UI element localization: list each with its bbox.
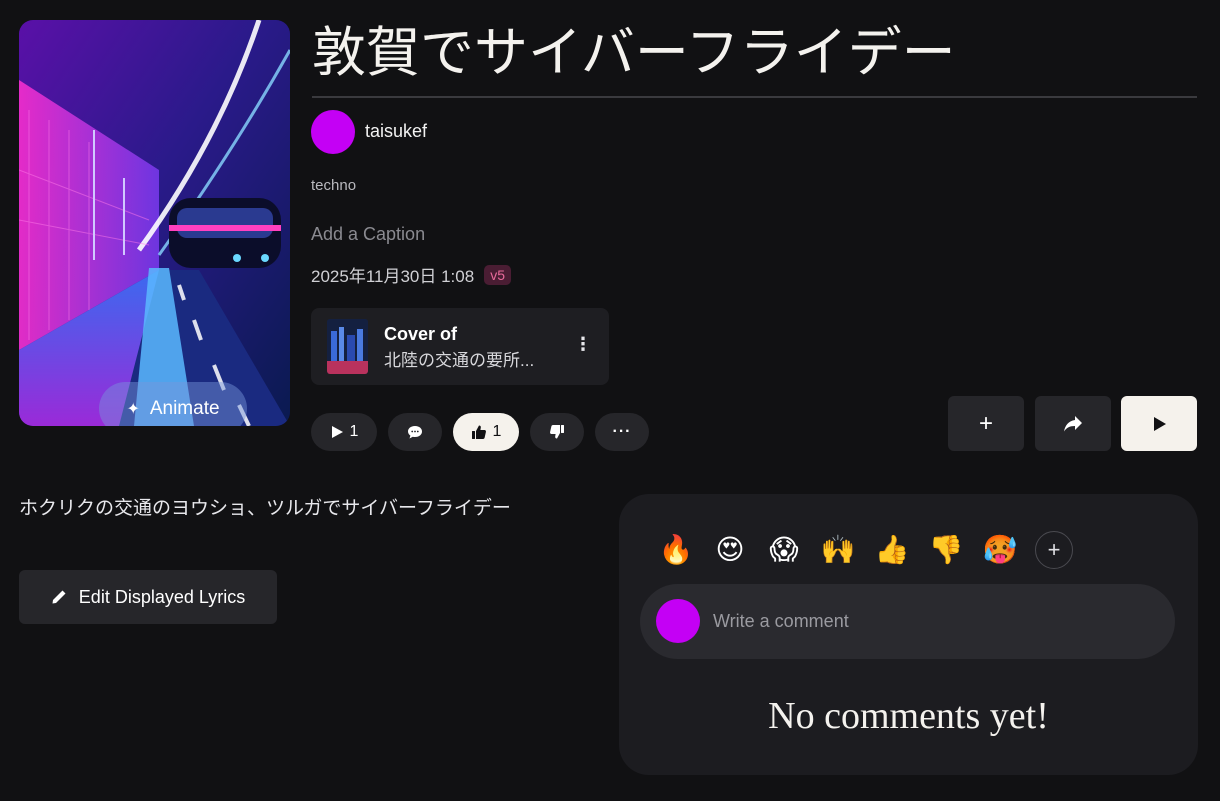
play-button[interactable] [1121, 396, 1197, 451]
artist-row[interactable]: taisukef [311, 109, 427, 154]
version-badge: v5 [484, 264, 511, 285]
cover-of-card[interactable]: Cover of 北陸の交通の要所... ⋮ [311, 308, 609, 385]
fire-reaction[interactable]: 🔥 [657, 531, 695, 569]
animate-button[interactable]: ✦ Animate [99, 382, 247, 426]
sparkles-icon: ✦ [126, 400, 140, 418]
source-thumbnail [327, 319, 368, 374]
scream-reaction[interactable]: 😱 [765, 531, 803, 569]
thumbs-up-reaction[interactable]: 👍 [873, 531, 911, 569]
pencil-icon [52, 590, 66, 604]
share-button[interactable] [1035, 396, 1111, 451]
thumbs-up-icon [471, 425, 486, 439]
cover-of-label: Cover of [384, 324, 458, 344]
cover-art[interactable]: ✦ Animate [19, 20, 290, 426]
user-avatar [656, 599, 700, 643]
comment-icon [408, 425, 422, 438]
like-count: 1 [492, 423, 502, 440]
cover-image [19, 20, 290, 426]
artist-name[interactable]: taisukef [365, 121, 427, 142]
lyrics-text: ホクリクの交通のヨウショ、ツルガでサイバーフライデー [19, 498, 511, 519]
comments-panel: 🔥 😍 😱 🙌 👍 👎 🥵 + No comments yet! [619, 494, 1198, 775]
plus-icon: + [978, 409, 993, 437]
date-row: 2025年11月30日 1:08 v5 [311, 262, 511, 287]
thumbs-down-icon [550, 425, 564, 439]
artist-avatar[interactable] [311, 109, 355, 154]
plus-icon: + [1047, 537, 1061, 562]
play-icon [1154, 416, 1166, 431]
comments-button[interactable] [388, 413, 442, 451]
reaction-row: 🔥 😍 😱 🙌 👍 👎 🥵 + [657, 531, 1073, 569]
play-icon [331, 426, 343, 438]
song-page: ✦ Animate 敦賀でサイバーフライデー taisukef techno A… [0, 0, 1220, 801]
add-to-playlist-button[interactable]: + [948, 396, 1024, 451]
animate-label: Animate [149, 397, 220, 419]
genre-tag[interactable]: techno [311, 177, 356, 194]
song-title: 敦賀でサイバーフライデー [312, 21, 956, 84]
source-song-title[interactable]: 北陸の交通の要所... [384, 346, 534, 371]
more-horizontal-icon: ··· [612, 423, 632, 440]
thumbs-down-reaction[interactable]: 👎 [927, 531, 965, 569]
add-reaction-button[interactable]: + [1035, 531, 1073, 569]
play-count: 1 [349, 423, 359, 440]
comment-input[interactable] [713, 604, 1153, 638]
hot-face-reaction[interactable]: 🥵 [981, 531, 1019, 569]
play-count-button[interactable]: 1 [311, 413, 377, 451]
edit-lyrics-button[interactable]: Edit Displayed Lyrics [19, 570, 277, 624]
heart-eyes-reaction[interactable]: 😍 [711, 531, 749, 569]
more-vertical-icon[interactable]: ⋮ [573, 334, 593, 355]
more-options-button[interactable]: ··· [595, 413, 649, 451]
created-date: 2025年11月30日 1:08 [311, 267, 475, 286]
raised-hands-reaction[interactable]: 🙌 [819, 531, 857, 569]
dislike-button[interactable] [530, 413, 584, 451]
add-caption-field[interactable]: Add a Caption [311, 224, 425, 245]
share-icon [1064, 415, 1082, 431]
empty-comments-message: No comments yet! [768, 695, 1049, 737]
comment-composer [640, 584, 1175, 659]
edit-lyrics-label: Edit Displayed Lyrics [78, 586, 246, 607]
like-button[interactable]: 1 [453, 413, 519, 451]
title-divider [312, 96, 1197, 98]
